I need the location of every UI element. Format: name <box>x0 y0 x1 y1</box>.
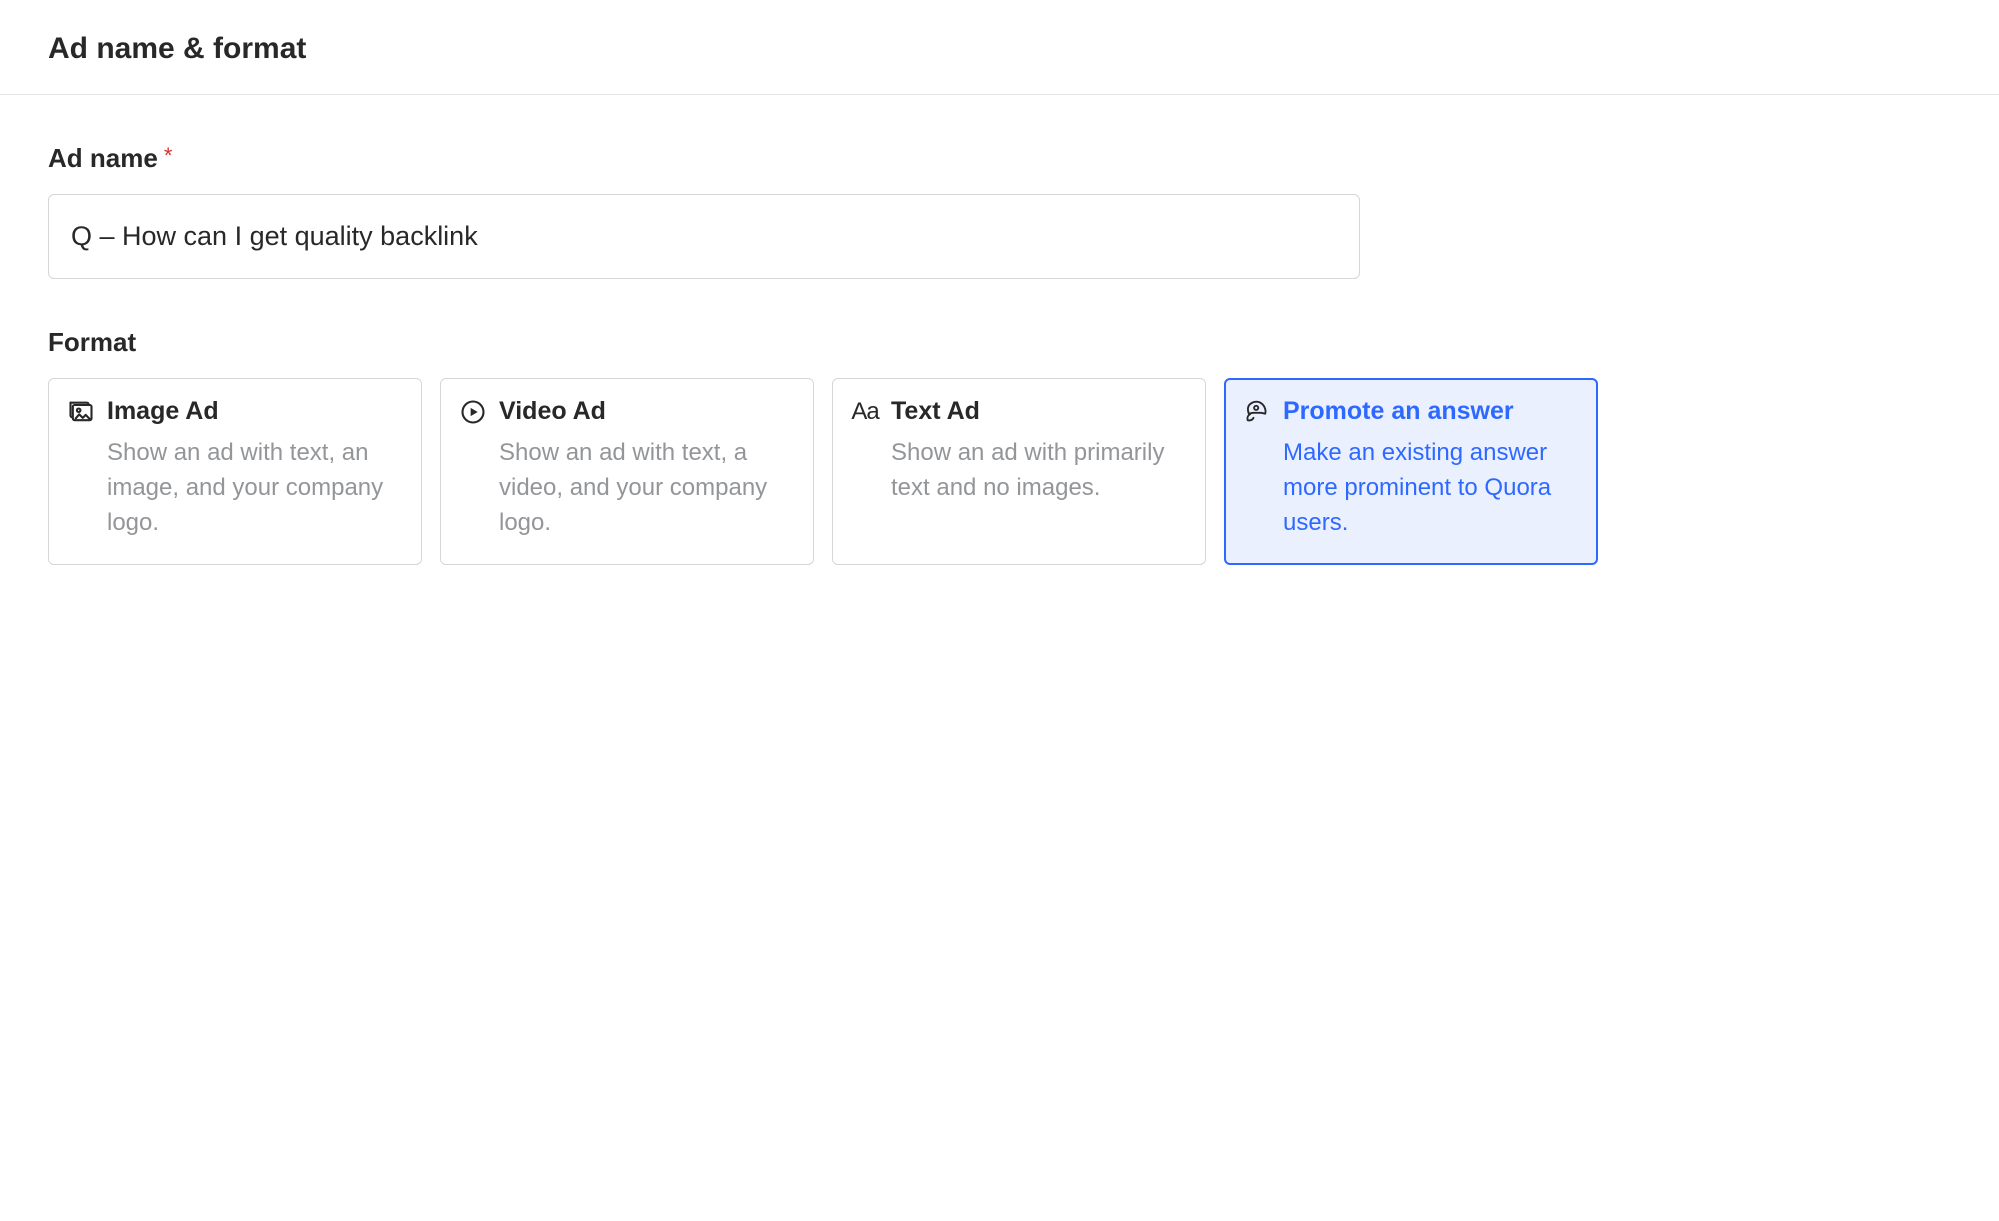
rocket-icon <box>1243 398 1271 426</box>
format-option-text-ad[interactable]: Aa Text Ad Show an ad with primarily tex… <box>832 378 1206 565</box>
ad-name-field: Ad name* <box>48 143 1951 279</box>
format-label: Format <box>48 327 136 358</box>
format-option-video-ad[interactable]: Video Ad Show an ad with text, a video, … <box>440 378 814 565</box>
required-indicator: * <box>164 143 173 168</box>
play-icon <box>459 398 487 426</box>
format-option-image-ad[interactable]: Image Ad Show an ad with text, an image,… <box>48 378 422 565</box>
format-option-title: Promote an answer <box>1283 397 1514 426</box>
ad-name-input[interactable] <box>48 194 1360 279</box>
format-option-desc: Show an ad with primarily text and no im… <box>851 436 1187 506</box>
format-field: Format Image Ad Show an ad w <box>48 327 1951 565</box>
format-option-desc: Show an ad with text, an image, and your… <box>67 436 403 540</box>
content: Ad name* Format Image Ad <box>0 95 1999 653</box>
text-icon: Aa <box>851 398 879 426</box>
format-option-title: Video Ad <box>499 397 606 426</box>
format-option-promote-answer[interactable]: Promote an answer Make an existing answe… <box>1224 378 1598 565</box>
format-grid: Image Ad Show an ad with text, an image,… <box>48 378 1951 565</box>
format-option-title: Image Ad <box>107 397 219 426</box>
section-title: Ad name & format <box>48 32 1951 66</box>
ad-name-label: Ad name <box>48 143 158 174</box>
image-icon <box>67 398 95 426</box>
format-option-desc: Make an existing answer more prominent t… <box>1243 436 1579 540</box>
section-header: Ad name & format <box>0 0 1999 95</box>
format-option-desc: Show an ad with text, a video, and your … <box>459 436 795 540</box>
format-option-title: Text Ad <box>891 397 980 426</box>
